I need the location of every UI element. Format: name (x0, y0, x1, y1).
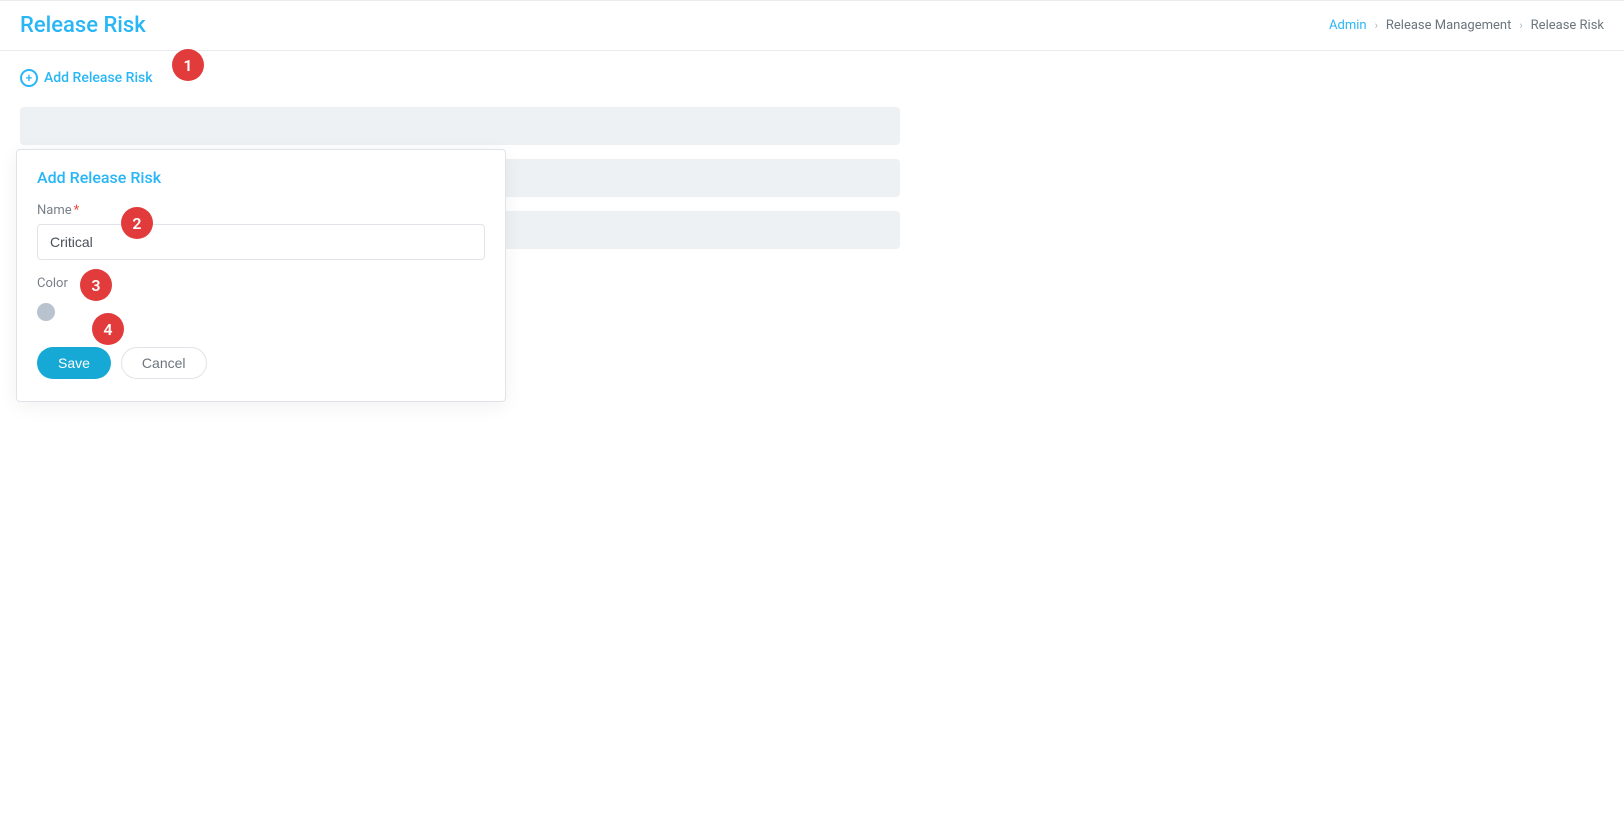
breadcrumb: Admin › Release Management › Release Ris… (1329, 18, 1604, 33)
chevron-right-icon: › (1375, 19, 1378, 32)
color-swatch[interactable] (37, 303, 55, 321)
name-label-text: Name (37, 203, 72, 218)
page-container: Release Risk Admin › Release Management … (0, 0, 1624, 815)
chevron-right-icon: › (1519, 19, 1522, 32)
callout-1: 1 (172, 49, 204, 81)
name-input[interactable] (37, 224, 485, 260)
color-label: Color (37, 276, 485, 291)
name-label: Name* (37, 203, 485, 218)
save-button[interactable]: Save (37, 347, 111, 379)
required-star-icon: * (74, 203, 80, 218)
popover-actions: Save Cancel (37, 347, 485, 379)
list-item[interactable] (20, 107, 900, 145)
content-area: + Add Release Risk Add Release Risk Name… (0, 51, 1624, 267)
cancel-button[interactable]: Cancel (121, 347, 207, 379)
breadcrumb-release-management[interactable]: Release Management (1386, 18, 1511, 33)
breadcrumb-release-risk: Release Risk (1531, 18, 1604, 33)
color-field: Color (37, 276, 485, 325)
add-release-risk-link[interactable]: + Add Release Risk (20, 69, 153, 87)
breadcrumb-admin[interactable]: Admin (1329, 18, 1367, 33)
page-header: Release Risk Admin › Release Management … (0, 1, 1624, 51)
page-title: Release Risk (20, 13, 146, 38)
add-release-risk-popover: Add Release Risk Name* Color Save Cancel (16, 149, 506, 402)
popover-title: Add Release Risk (37, 168, 485, 187)
plus-circle-icon: + (20, 69, 38, 87)
add-link-label: Add Release Risk (44, 70, 153, 86)
